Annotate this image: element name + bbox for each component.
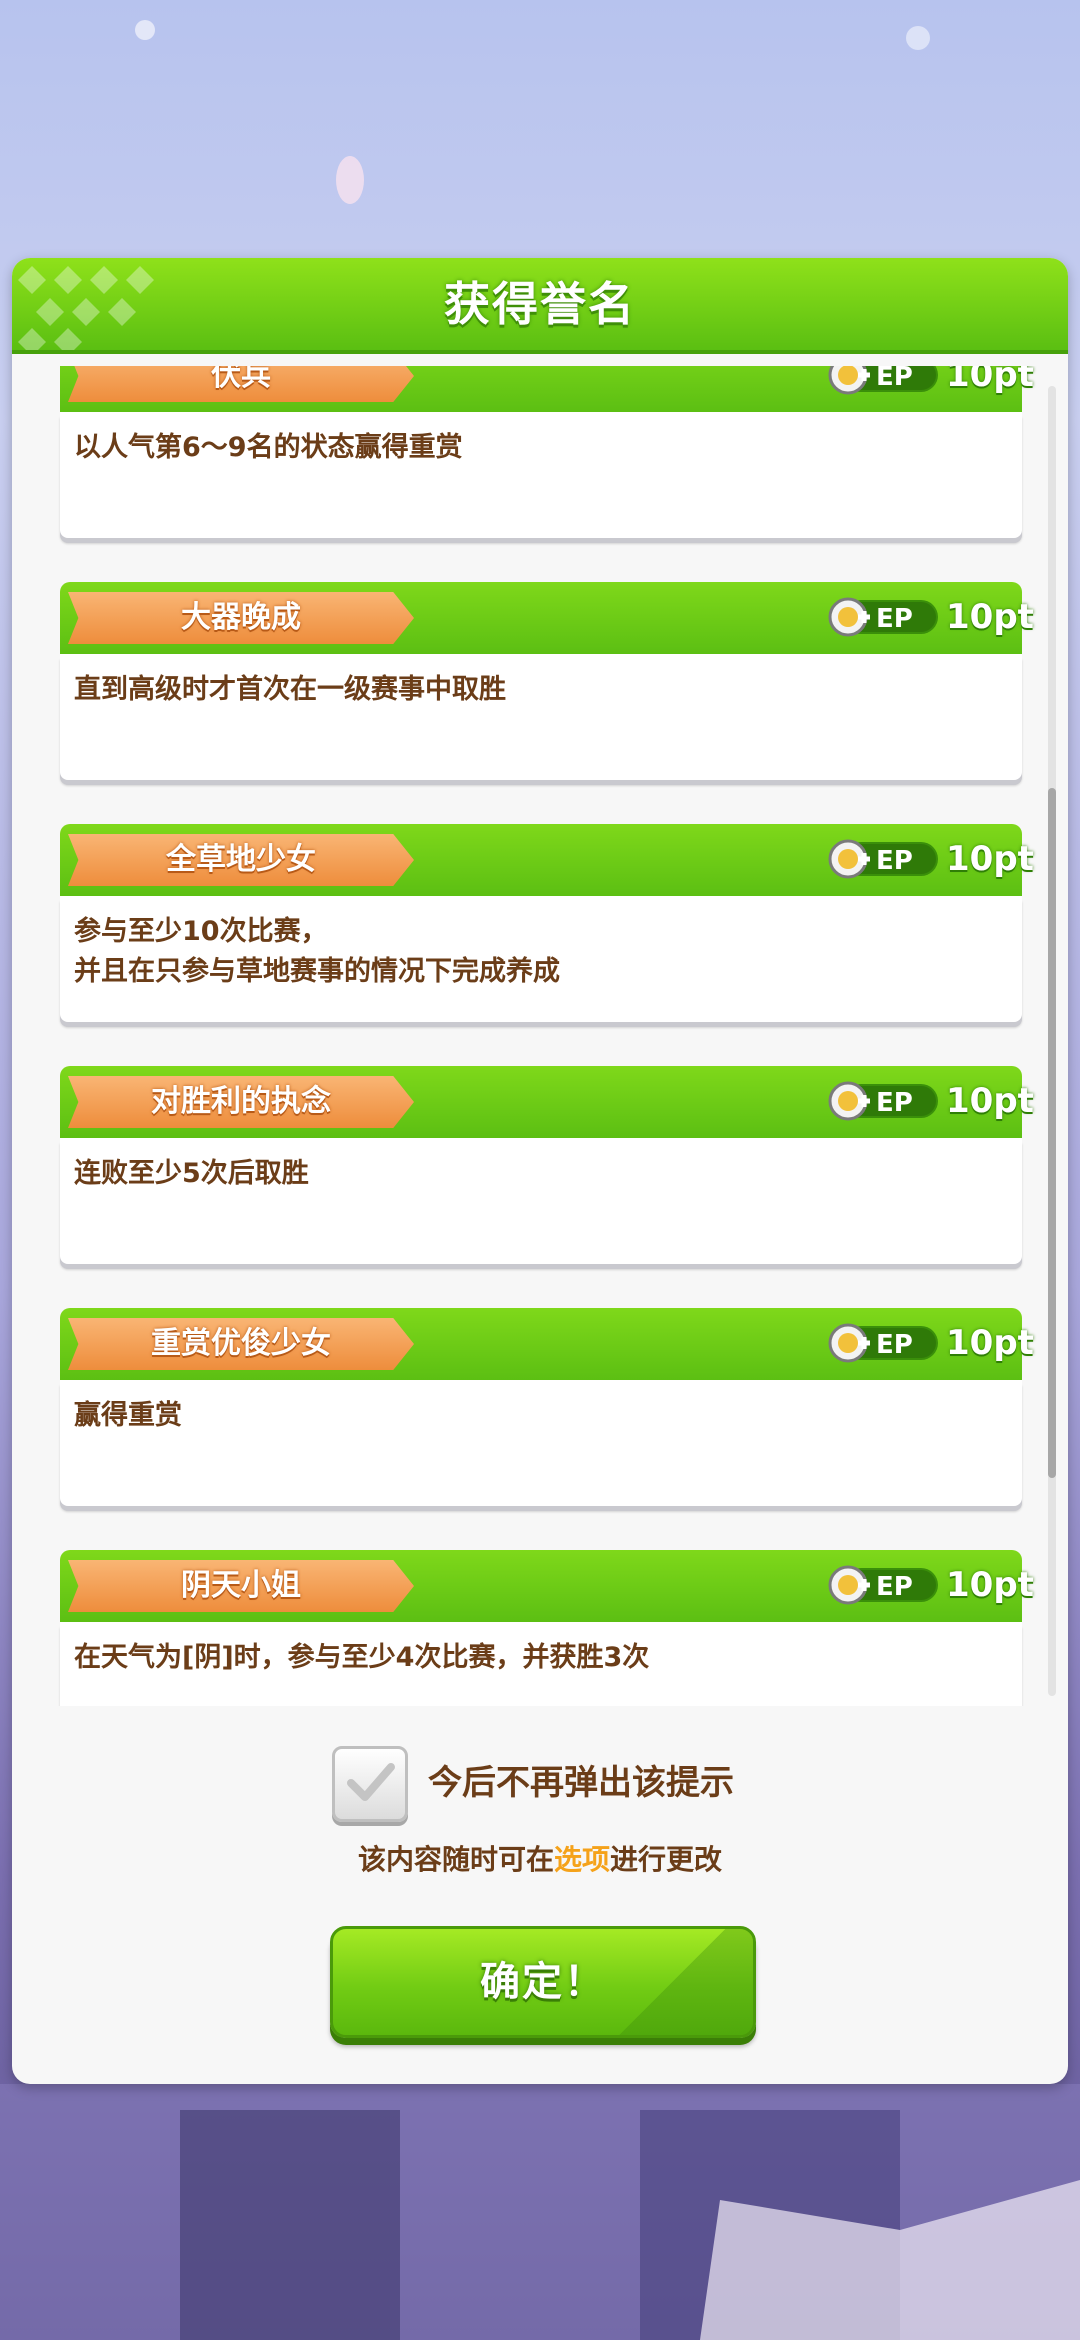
title-card: 大器晚成 EP 10pt 直到高级时才首次在一级赛事中取胜: [60, 582, 1034, 788]
title-description: 参与至少10次比赛， 并且在只参与草地赛事的情况下完成养成: [74, 916, 560, 987]
title-description: 以人气第6～9名的状态赢得重赏: [74, 432, 463, 463]
title-card: 阴天小姐 EP 10pt 在天气为[阴]时，参与至少4次比赛，并获胜3次: [60, 1550, 1034, 1706]
title-name: 重赏优俊少女: [151, 1326, 331, 1361]
title-card: 重赏优俊少女 EP 10pt 赢得重赏: [60, 1308, 1034, 1514]
dialog-title: 获得誉名: [444, 277, 636, 331]
title-name: 大器晚成: [181, 600, 301, 635]
title-description: 在天气为[阴]时，参与至少4次比赛，并获胜3次: [74, 1642, 650, 1673]
card-header: 全草地少女 EP 10pt: [60, 824, 1034, 896]
svg-text:EP: EP: [876, 366, 913, 392]
card-header: 对胜利的执念 EP 10pt: [60, 1066, 1034, 1138]
svg-text:EP: EP: [876, 1088, 913, 1118]
svg-text:EP: EP: [876, 604, 913, 634]
ep-points: 10pt: [946, 1323, 1034, 1363]
confirm-button-label: 确定！: [480, 1959, 606, 2005]
dialog-header: 获得誉名: [12, 258, 1068, 354]
card-header: 阴天小姐 EP 10pt: [60, 1550, 1034, 1622]
plus-ep-badge-icon: EP: [828, 1081, 938, 1121]
dont-show-again-label[interactable]: 今后不再弹出该提示: [428, 1758, 734, 1808]
title-name: 全草地少女: [166, 842, 316, 877]
plus-ep-badge-icon: EP: [828, 839, 938, 879]
card-header: 重赏优俊少女 EP 10pt: [60, 1308, 1034, 1380]
check-icon: [347, 1763, 395, 1801]
settings-hint: 该内容随时可在选项进行更改: [12, 1840, 1068, 1880]
ep-points: 10pt: [946, 597, 1034, 637]
card-header: 伏兵 EP 10pt: [60, 366, 1034, 412]
plus-ep-badge-icon: EP: [828, 1565, 938, 1605]
title-description: 连败至少5次后取胜: [74, 1158, 309, 1189]
svg-text:EP: EP: [876, 1330, 913, 1360]
ep-points: 10pt: [946, 1565, 1034, 1605]
hint-prefix: 该内容随时可在: [357, 1843, 554, 1876]
card-body: 连败至少5次后取胜: [60, 1138, 1022, 1264]
title-card: 伏兵 EP 10pt 以人气第6～9名的状态赢得重赏: [60, 366, 1034, 546]
title-earned-dialog: 获得誉名 伏兵 EP 10pt 以人气第6～9名的状态赢得重赏 大器晚成 EP …: [12, 258, 1068, 2084]
title-description: 赢得重赏: [74, 1400, 182, 1431]
scrollbar-thumb[interactable]: [1048, 788, 1056, 1478]
title-name: 伏兵: [211, 366, 271, 393]
title-name: 对胜利的执念: [151, 1084, 331, 1119]
svg-text:EP: EP: [876, 1572, 913, 1602]
title-name: 阴天小姐: [181, 1568, 301, 1603]
confirm-button[interactable]: 确定！: [330, 1926, 756, 2038]
ep-points: 10pt: [946, 1081, 1034, 1121]
title-list[interactable]: 伏兵 EP 10pt 以人气第6～9名的状态赢得重赏 大器晚成 EP 10pt …: [42, 366, 1042, 1706]
options-link[interactable]: 选项: [554, 1843, 610, 1876]
title-card: 全草地少女 EP 10pt 参与至少10次比赛， 并且在只参与草地赛事的情况下完…: [60, 824, 1034, 1030]
dont-show-again-checkbox[interactable]: [332, 1746, 408, 1822]
card-body: 赢得重赏: [60, 1380, 1022, 1506]
card-body: 直到高级时才首次在一级赛事中取胜: [60, 654, 1022, 780]
card-body: 以人气第6～9名的状态赢得重赏: [60, 412, 1022, 538]
card-body: 参与至少10次比赛， 并且在只参与草地赛事的情况下完成养成: [60, 896, 1022, 1022]
ep-points: 10pt: [946, 366, 1034, 395]
title-card: 对胜利的执念 EP 10pt 连败至少5次后取胜: [60, 1066, 1034, 1272]
ep-points: 10pt: [946, 839, 1034, 879]
card-header: 大器晚成 EP 10pt: [60, 582, 1034, 654]
svg-text:EP: EP: [876, 846, 913, 876]
hint-suffix: 进行更改: [610, 1843, 723, 1876]
card-body: 在天气为[阴]时，参与至少4次比赛，并获胜3次: [60, 1622, 1022, 1706]
plus-ep-badge-icon: EP: [828, 1323, 938, 1363]
title-description: 直到高级时才首次在一级赛事中取胜: [74, 674, 506, 705]
plus-ep-badge-icon: EP: [828, 366, 938, 395]
plus-ep-badge-icon: EP: [828, 597, 938, 637]
